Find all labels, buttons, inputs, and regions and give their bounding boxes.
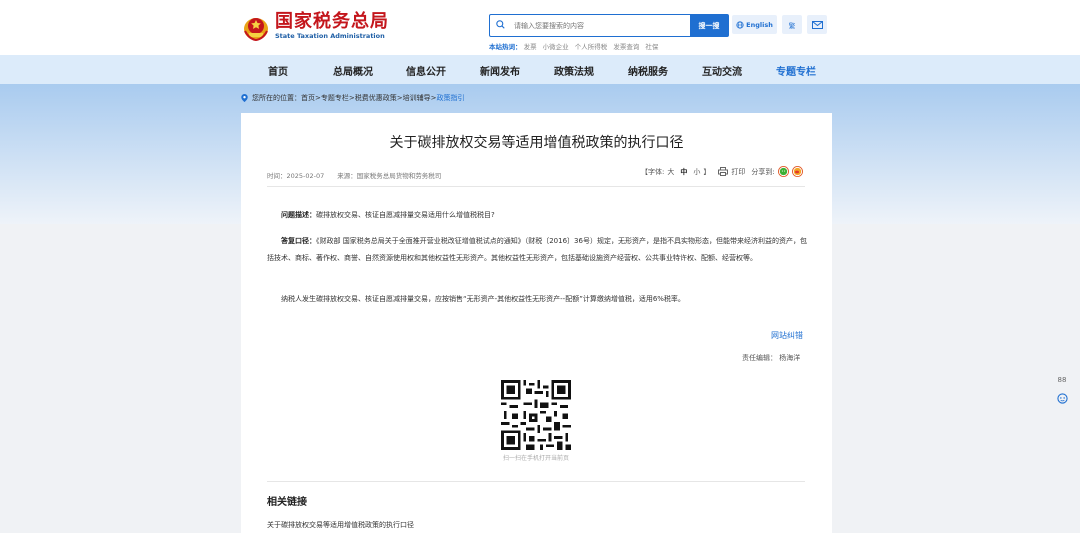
nav-item-service[interactable]: 纳税服务 bbox=[628, 63, 668, 78]
nav-item-special[interactable]: 专题专栏 bbox=[776, 63, 816, 78]
font-size-close: 】 bbox=[703, 167, 711, 176]
site-logo[interactable]: 国家税务总局 State Taxation Administration bbox=[243, 10, 389, 42]
question-paragraph: 问题描述：碳排放权交易、核证自愿减排量交易适用什么增值税税目? bbox=[267, 207, 807, 224]
weibo-share-icon[interactable] bbox=[791, 166, 803, 177]
main-nav: 首页 总局概况 信息公开 新闻发布 政策法规 纳税服务 互动交流 专题专栏 bbox=[0, 55, 1080, 84]
conclusion-paragraph: 纳税人发生碳排放权交易、核证自愿减排量交易，应按销售“无形资产-其他权益性无形资… bbox=[281, 295, 685, 303]
qr-caption: 扫一扫在手机打开当前页 bbox=[502, 455, 569, 462]
related-link-item[interactable]: 关于碳排放权交易等适用增值税政策的执行口径 bbox=[267, 520, 414, 530]
location-pin-icon bbox=[241, 94, 248, 102]
nav-item-info[interactable]: 信息公开 bbox=[406, 63, 446, 78]
mail-button[interactable] bbox=[807, 15, 827, 34]
printer-icon[interactable] bbox=[718, 167, 729, 176]
wechat-share-icon[interactable] bbox=[777, 166, 789, 177]
nav-item-policy[interactable]: 政策法规 bbox=[554, 63, 594, 78]
float-top-label[interactable]: 88 bbox=[1056, 376, 1068, 384]
hot-word[interactable]: 小微企业 bbox=[543, 43, 569, 51]
share-label: 分享到: bbox=[751, 167, 775, 176]
font-large-button[interactable]: 大 bbox=[667, 167, 674, 177]
globe-icon bbox=[736, 20, 744, 29]
traditional-label: 繁 bbox=[788, 21, 796, 30]
nav-item-news[interactable]: 新闻发布 bbox=[480, 63, 520, 78]
nav-item-home[interactable]: 首页 bbox=[268, 63, 288, 78]
english-button[interactable]: English bbox=[732, 15, 777, 34]
hot-word[interactable]: 社保 bbox=[645, 43, 658, 51]
search-input[interactable] bbox=[512, 17, 686, 34]
hot-words: 本站热词： 发票 小微企业 个人所得税 发票查询 社保 bbox=[489, 41, 662, 51]
article-title: 关于碳排放权交易等适用增值税政策的执行口径 bbox=[389, 135, 684, 151]
hot-word[interactable]: 发票 bbox=[524, 43, 537, 51]
article-tools: 【字体: 大 中 小 】 打印 分享到: bbox=[641, 166, 803, 177]
logo-title-cn: 国家税务总局 bbox=[275, 10, 389, 32]
breadcrumb-path[interactable]: 首页>专题专栏>税费优惠政策>培训辅导> bbox=[301, 93, 436, 103]
nav-item-overview[interactable]: 总局概况 bbox=[333, 63, 373, 78]
related-divider bbox=[267, 481, 805, 482]
font-small-button[interactable]: 小 bbox=[693, 167, 700, 177]
responsible-editor: 责任编辑： 杨海洋 bbox=[742, 354, 801, 362]
float-service-button[interactable] bbox=[1056, 393, 1068, 406]
traditional-chinese-button[interactable]: 繁 bbox=[782, 15, 802, 34]
font-size-label: 【字体: bbox=[641, 167, 665, 176]
breadcrumb: 您所在的位置： 首页>专题专栏>税费优惠政策>培训辅导> 政策指引 bbox=[241, 93, 464, 103]
nav-item-interaction[interactable]: 互动交流 bbox=[702, 63, 742, 78]
english-label: English bbox=[746, 20, 773, 29]
qr-code-icon bbox=[501, 380, 571, 450]
answer-label: 答复口径： bbox=[281, 237, 316, 245]
hot-word[interactable]: 发票查询 bbox=[613, 43, 639, 51]
search-box: 搜一搜 bbox=[489, 14, 729, 37]
search-button[interactable]: 搜一搜 bbox=[690, 15, 728, 36]
hot-word[interactable]: 个人所得税 bbox=[575, 43, 608, 51]
meta-divider bbox=[267, 186, 805, 187]
search-icon bbox=[496, 20, 505, 29]
national-emblem-icon bbox=[243, 11, 269, 42]
mail-icon bbox=[811, 20, 823, 29]
breadcrumb-current[interactable]: 政策指引 bbox=[436, 93, 464, 103]
related-links-title: 相关链接 bbox=[267, 497, 307, 508]
print-button[interactable]: 打印 bbox=[731, 167, 745, 177]
site-header: 国家税务总局 State Taxation Administration 搜一搜… bbox=[0, 0, 1080, 55]
question-text: 碳排放权交易、核证自愿减排量交易适用什么增值税税目? bbox=[316, 211, 495, 219]
logo-title-en: State Taxation Administration bbox=[275, 31, 385, 40]
article-meta: 时间：2025-02-07 来源：国家税务总局货物和劳务税司 bbox=[267, 172, 442, 180]
site-correction-link[interactable]: 网站纠错 bbox=[771, 330, 803, 341]
breadcrumb-prefix: 您所在的位置： bbox=[252, 94, 301, 102]
hot-words-label: 本站热词： bbox=[489, 43, 522, 51]
question-label: 问题描述： bbox=[281, 211, 316, 219]
answer-paragraph: 答复口径：《财政部 国家税务总局关于全面推开营业税改征增值税试点的通知》（财税〔… bbox=[267, 233, 807, 267]
customer-service-icon bbox=[1056, 393, 1068, 404]
font-medium-button[interactable]: 中 bbox=[680, 167, 687, 177]
answer-text: 《财政部 国家税务总局关于全面推开营业税改征增值税试点的通知》（财税〔2016〕… bbox=[267, 237, 807, 262]
